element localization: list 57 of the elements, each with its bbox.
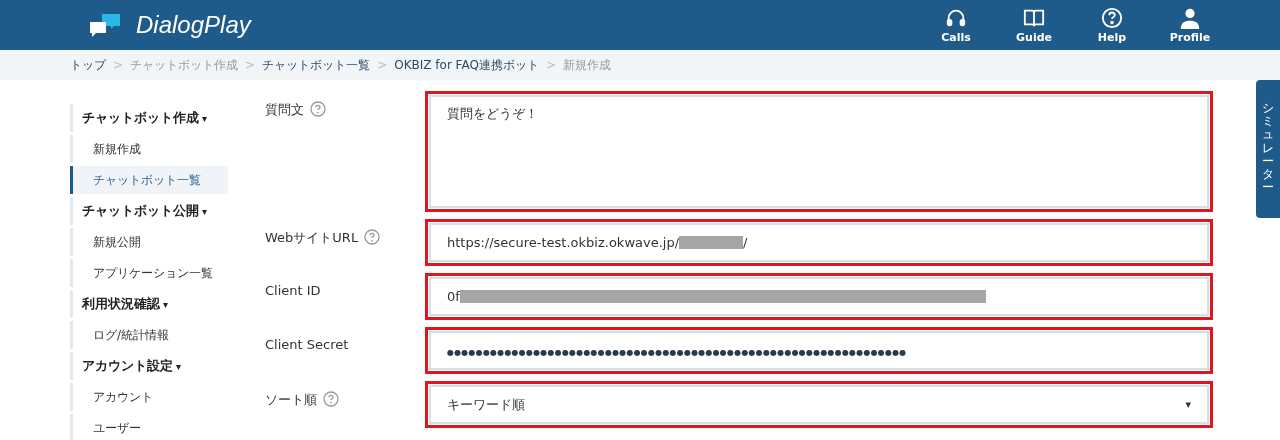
sidebar-heading[interactable]: チャットボット作成 ▾ [70, 104, 228, 132]
caret-icon: ▾ [1185, 398, 1191, 411]
person-icon [1179, 6, 1201, 29]
sidebar-item[interactable]: 新規作成 [70, 135, 228, 163]
nav-button[interactable]: Help [1082, 6, 1142, 44]
breadcrumb-text: 新規作成 [562, 56, 611, 74]
breadcrumb-link[interactable]: トップ [70, 56, 106, 74]
breadcrumb-separator: > [377, 58, 388, 72]
sidebar-item[interactable]: 新規公開 [70, 228, 228, 256]
sidebar-heading[interactable]: チャットボット公開 ▾ [70, 197, 228, 225]
breadcrumb-separator: > [245, 58, 256, 72]
field-value: / [743, 235, 748, 250]
chat-bubbles-icon [88, 12, 122, 38]
field-label: 質問文 [265, 101, 304, 119]
field-value: 質問をどうぞ！ [447, 105, 538, 123]
caret-icon: ▾ [202, 112, 208, 124]
sidebar-heading[interactable]: アカウント設定 ▾ [70, 352, 228, 380]
breadcrumb-link[interactable]: OKBIZ for FAQ連携ボット [394, 56, 539, 74]
sidebar-item[interactable]: ユーザー [70, 414, 228, 440]
heading-text: チャットボット公開 [82, 202, 199, 220]
heading-text: チャットボット作成 [82, 109, 199, 127]
field-label: ソート順 [265, 391, 317, 409]
breadcrumb-separator: > [545, 58, 556, 72]
field-label: WebサイトURL [265, 229, 359, 247]
simulator-tab[interactable]: シミュレーター [1256, 80, 1280, 218]
help-icon[interactable] [310, 101, 326, 117]
sidebar-item[interactable]: アカウント [70, 383, 228, 411]
sidebar-heading[interactable]: 利用状況確認 ▾ [70, 290, 228, 318]
field-label: Client ID [265, 283, 321, 298]
help-icon[interactable] [323, 391, 339, 407]
input-field[interactable]: ●●●●●●●●●●●●●●●●●●●●●●●●●●●●●●●●●●●●●●●●●●●●●●●●●●●●●●●●●●●●●●●● [429, 331, 1209, 370]
breadcrumb-link[interactable]: チャットボット一覧 [262, 56, 371, 74]
field-label: Client Secret [265, 337, 349, 352]
help-icon [1101, 6, 1123, 29]
heading-text: アカウント設定 [82, 357, 173, 375]
nav-button[interactable]: Guide [1004, 6, 1064, 44]
sort-select[interactable]: キーワード順 ▾ [429, 385, 1209, 424]
caret-icon: ▾ [163, 298, 169, 310]
field-value: キーワード順 [447, 395, 525, 414]
field-value: ●●●●●●●●●●●●●●●●●●●●●●●●●●●●●●●●●●●●●●●●●●●●●●●●●●●●●●●●●●●●●●●● [447, 347, 907, 358]
caret-icon: ▾ [176, 360, 182, 372]
input-field[interactable]: 0f [429, 277, 1209, 316]
question-textarea[interactable]: 質問をどうぞ！ [429, 95, 1209, 208]
heading-text: 利用状況確認 [82, 295, 160, 313]
help-icon[interactable] [364, 229, 381, 245]
logo-text: DialogPlay [136, 11, 251, 39]
breadcrumb-text: チャットボット作成 [130, 56, 239, 74]
sidebar-item[interactable]: アプリケーション一覧 [70, 259, 228, 287]
nav-button[interactable]: Profile [1160, 6, 1220, 44]
breadcrumb-separator: > [113, 58, 124, 72]
field-value: 0f [447, 289, 460, 304]
input-field[interactable]: https://secure-test.okbiz.okwave.jp/ / [429, 223, 1209, 262]
sidebar-item[interactable]: チャットボット一覧 [70, 166, 228, 194]
sidebar-item[interactable]: ログ/統計情報 [70, 321, 228, 349]
caret-icon: ▾ [202, 205, 208, 217]
field-value: https://secure-test.okbiz.okwave.jp/ [447, 235, 680, 250]
nav-button[interactable]: Calls [926, 6, 986, 44]
